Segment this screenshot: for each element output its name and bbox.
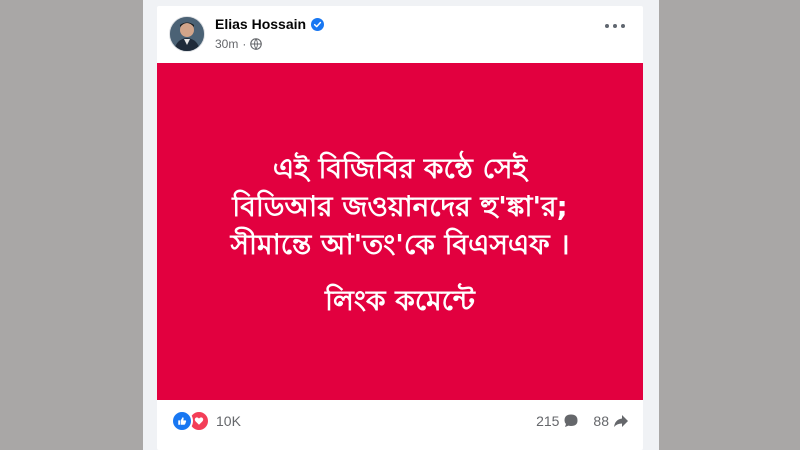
post-headline: এই বিজিবির কন্ঠে সেই বিডিআর জওয়ানদের হু… bbox=[231, 150, 570, 264]
post-time[interactable]: 30m bbox=[215, 37, 238, 51]
post-meta: 30m · bbox=[215, 37, 263, 51]
globe-icon bbox=[250, 38, 263, 50]
author-name[interactable]: Elias Hossain bbox=[215, 16, 306, 32]
comment-count[interactable]: 215 bbox=[536, 413, 579, 429]
engagement-counts: 215 88 bbox=[536, 413, 629, 429]
share-count-value: 88 bbox=[593, 413, 609, 429]
feed-background: Elias Hossain 30m · এই বিজিবির কন্ঠে সেই… bbox=[143, 0, 659, 450]
reaction-count: 10K bbox=[216, 413, 241, 429]
headline-line: এই বিজিবির কন্ঠে সেই bbox=[272, 151, 528, 185]
verified-badge-icon bbox=[311, 17, 325, 31]
like-icon bbox=[171, 410, 193, 432]
share-icon bbox=[614, 415, 628, 427]
post-cta: লিংক কমেন্টে bbox=[325, 283, 475, 317]
comment-icon bbox=[564, 414, 578, 427]
reaction-icons bbox=[171, 410, 210, 432]
author-name-row: Elias Hossain bbox=[215, 16, 325, 32]
post-stats-bar: 10K 215 88 bbox=[171, 410, 629, 432]
share-count[interactable]: 88 bbox=[593, 413, 629, 429]
more-options-icon[interactable] bbox=[605, 21, 625, 31]
headline-line: বিডিআর জওয়ানদের হু'ঙ্কা'র; bbox=[232, 189, 568, 223]
author-avatar[interactable] bbox=[169, 16, 205, 52]
reactions-summary[interactable]: 10K bbox=[171, 410, 241, 432]
post-image[interactable]: এই বিজিবির কন্ঠে সেই বিডিআর জওয়ানদের হু… bbox=[157, 63, 643, 400]
post-card: Elias Hossain 30m · এই বিজিবির কন্ঠে সেই… bbox=[157, 6, 643, 450]
comment-count-value: 215 bbox=[536, 413, 560, 429]
headline-line: সীমান্তে আ'তং'কে বিএসএফ । bbox=[230, 227, 570, 261]
